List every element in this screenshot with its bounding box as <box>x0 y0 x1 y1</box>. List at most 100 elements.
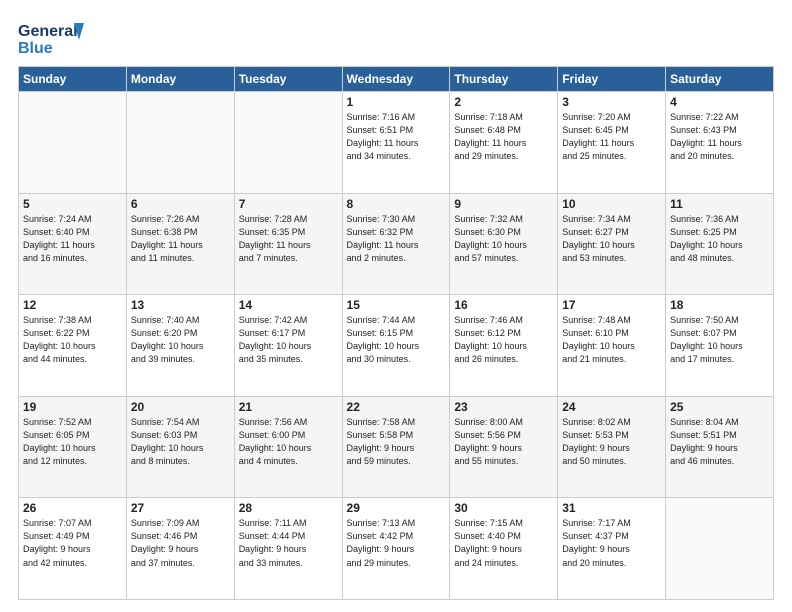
calendar-cell: 21 Sunrise: 7:56 AM Sunset: 6:00 PM Dayli… <box>234 396 342 498</box>
day-info: Sunrise: 7:11 AM Sunset: 4:44 PM Dayligh… <box>239 517 338 569</box>
day-number: 30 <box>454 501 553 515</box>
calendar-cell: 2 Sunrise: 7:18 AM Sunset: 6:48 PM Daylig… <box>450 92 558 194</box>
day-info: Sunrise: 7:30 AM Sunset: 6:32 PM Dayligh… <box>347 213 446 265</box>
day-of-week-header: Saturday <box>666 67 774 92</box>
day-number: 31 <box>562 501 661 515</box>
calendar-cell: 28Sunrise: 7:11 AM Sunset: 4:44 PM Dayli… <box>234 498 342 600</box>
day-info: Sunrise: 7:32 AM Sunset: 6:30 PM Dayligh… <box>454 213 553 265</box>
calendar-week-row: 5Sunrise: 7:24 AM Sunset: 6:40 PM Daylig… <box>19 193 774 295</box>
day-info: Sunrise: 7:38 AM Sunset: 6:22 PM Dayligh… <box>23 314 122 366</box>
calendar-cell: 13 Sunrise: 7:40 AM Sunset: 6:20 PM Dayli… <box>126 295 234 397</box>
calendar-cell: 6 Sunrise: 7:26 AM Sunset: 6:38 PM Daylig… <box>126 193 234 295</box>
calendar-week-row: 1 Sunrise: 7:16 AM Sunset: 6:51 PM Daylig… <box>19 92 774 194</box>
calendar-cell <box>666 498 774 600</box>
day-number: 3 <box>562 95 661 109</box>
day-of-week-header: Wednesday <box>342 67 450 92</box>
calendar-cell <box>234 92 342 194</box>
day-info: Sunrise: 7:36 AM Sunset: 6:25 PM Dayligh… <box>670 213 769 265</box>
day-info: Sunrise: 7:24 AM Sunset: 6:40 PM Dayligh… <box>23 213 122 265</box>
svg-text:Blue: Blue <box>18 40 53 57</box>
day-info: Sunrise: 7:50 AM Sunset: 6:07 PM Dayligh… <box>670 314 769 366</box>
day-info: Sunrise: 7:15 AM Sunset: 4:40 PM Dayligh… <box>454 517 553 569</box>
day-info: Sunrise: 7:22 AM Sunset: 6:43 PM Dayligh… <box>670 111 769 163</box>
calendar-header-row: SundayMondayTuesdayWednesdayThursdayFrid… <box>19 67 774 92</box>
day-of-week-header: Monday <box>126 67 234 92</box>
day-number: 14 <box>239 298 338 312</box>
day-number: 8 <box>347 197 446 211</box>
day-info: Sunrise: 7:56 AM Sunset: 6:00 PM Dayligh… <box>239 416 338 468</box>
day-number: 24 <box>562 400 661 414</box>
day-number: 27 <box>131 501 230 515</box>
day-number: 2 <box>454 95 553 109</box>
day-of-week-header: Tuesday <box>234 67 342 92</box>
calendar-cell: 16Sunrise: 7:46 AM Sunset: 6:12 PM Dayli… <box>450 295 558 397</box>
calendar-cell: 17 Sunrise: 7:48 AM Sunset: 6:10 PM Dayli… <box>558 295 666 397</box>
calendar-cell: 8 Sunrise: 7:30 AM Sunset: 6:32 PM Daylig… <box>342 193 450 295</box>
calendar-cell <box>19 92 127 194</box>
day-number: 17 <box>562 298 661 312</box>
calendar-week-row: 12 Sunrise: 7:38 AM Sunset: 6:22 PM Dayli… <box>19 295 774 397</box>
day-info: Sunrise: 7:16 AM Sunset: 6:51 PM Dayligh… <box>347 111 446 163</box>
calendar-cell: 26 Sunrise: 7:07 AM Sunset: 4:49 PM Dayli… <box>19 498 127 600</box>
calendar-cell <box>126 92 234 194</box>
day-number: 20 <box>131 400 230 414</box>
calendar-cell: 20Sunrise: 7:54 AM Sunset: 6:03 PM Dayli… <box>126 396 234 498</box>
day-number: 9 <box>454 197 553 211</box>
day-number: 4 <box>670 95 769 109</box>
day-info: Sunrise: 7:40 AM Sunset: 6:20 PM Dayligh… <box>131 314 230 366</box>
calendar-cell: 5Sunrise: 7:24 AM Sunset: 6:40 PM Daylig… <box>19 193 127 295</box>
day-info: Sunrise: 7:34 AM Sunset: 6:27 PM Dayligh… <box>562 213 661 265</box>
day-info: Sunrise: 7:07 AM Sunset: 4:49 PM Dayligh… <box>23 517 122 569</box>
calendar-cell: 31 Sunrise: 7:17 AM Sunset: 4:37 PM Dayli… <box>558 498 666 600</box>
day-number: 22 <box>347 400 446 414</box>
day-info: Sunrise: 8:00 AM Sunset: 5:56 PM Dayligh… <box>454 416 553 468</box>
logo: GeneralBlue <box>18 18 88 58</box>
calendar-cell: 4 Sunrise: 7:22 AM Sunset: 6:43 PM Daylig… <box>666 92 774 194</box>
day-number: 23 <box>454 400 553 414</box>
day-info: Sunrise: 7:13 AM Sunset: 4:42 PM Dayligh… <box>347 517 446 569</box>
day-number: 6 <box>131 197 230 211</box>
day-of-week-header: Thursday <box>450 67 558 92</box>
calendar-cell: 3 Sunrise: 7:20 AM Sunset: 6:45 PM Daylig… <box>558 92 666 194</box>
svg-text:General: General <box>18 23 78 40</box>
day-info: Sunrise: 8:04 AM Sunset: 5:51 PM Dayligh… <box>670 416 769 468</box>
day-of-week-header: Sunday <box>19 67 127 92</box>
day-number: 1 <box>347 95 446 109</box>
calendar-cell: 10 Sunrise: 7:34 AM Sunset: 6:27 PM Dayli… <box>558 193 666 295</box>
day-info: Sunrise: 7:58 AM Sunset: 5:58 PM Dayligh… <box>347 416 446 468</box>
day-number: 12 <box>23 298 122 312</box>
day-number: 11 <box>670 197 769 211</box>
day-number: 21 <box>239 400 338 414</box>
calendar-cell: 27 Sunrise: 7:09 AM Sunset: 4:46 PM Dayli… <box>126 498 234 600</box>
calendar-cell: 22 Sunrise: 7:58 AM Sunset: 5:58 PM Dayli… <box>342 396 450 498</box>
day-info: Sunrise: 7:09 AM Sunset: 4:46 PM Dayligh… <box>131 517 230 569</box>
day-number: 26 <box>23 501 122 515</box>
day-number: 15 <box>347 298 446 312</box>
day-number: 7 <box>239 197 338 211</box>
day-number: 13 <box>131 298 230 312</box>
day-info: Sunrise: 7:52 AM Sunset: 6:05 PM Dayligh… <box>23 416 122 468</box>
calendar-week-row: 19 Sunrise: 7:52 AM Sunset: 6:05 PM Dayli… <box>19 396 774 498</box>
calendar-week-row: 26 Sunrise: 7:07 AM Sunset: 4:49 PM Dayli… <box>19 498 774 600</box>
calendar-cell: 23 Sunrise: 8:00 AM Sunset: 5:56 PM Dayli… <box>450 396 558 498</box>
calendar-cell: 30 Sunrise: 7:15 AM Sunset: 4:40 PM Dayli… <box>450 498 558 600</box>
day-info: Sunrise: 7:18 AM Sunset: 6:48 PM Dayligh… <box>454 111 553 163</box>
calendar-cell: 24 Sunrise: 8:02 AM Sunset: 5:53 PM Dayli… <box>558 396 666 498</box>
calendar-cell: 19 Sunrise: 7:52 AM Sunset: 6:05 PM Dayli… <box>19 396 127 498</box>
day-info: Sunrise: 7:42 AM Sunset: 6:17 PM Dayligh… <box>239 314 338 366</box>
day-number: 29 <box>347 501 446 515</box>
day-info: Sunrise: 7:44 AM Sunset: 6:15 PM Dayligh… <box>347 314 446 366</box>
calendar-cell: 25 Sunrise: 8:04 AM Sunset: 5:51 PM Dayli… <box>666 396 774 498</box>
day-info: Sunrise: 7:17 AM Sunset: 4:37 PM Dayligh… <box>562 517 661 569</box>
day-info: Sunrise: 7:20 AM Sunset: 6:45 PM Dayligh… <box>562 111 661 163</box>
calendar-cell: 18Sunrise: 7:50 AM Sunset: 6:07 PM Dayli… <box>666 295 774 397</box>
day-info: Sunrise: 7:26 AM Sunset: 6:38 PM Dayligh… <box>131 213 230 265</box>
calendar-cell: 9 Sunrise: 7:32 AM Sunset: 6:30 PM Daylig… <box>450 193 558 295</box>
day-info: Sunrise: 7:48 AM Sunset: 6:10 PM Dayligh… <box>562 314 661 366</box>
day-number: 10 <box>562 197 661 211</box>
day-number: 25 <box>670 400 769 414</box>
calendar-cell: 15 Sunrise: 7:44 AM Sunset: 6:15 PM Dayli… <box>342 295 450 397</box>
day-number: 19 <box>23 400 122 414</box>
day-of-week-header: Friday <box>558 67 666 92</box>
day-info: Sunrise: 8:02 AM Sunset: 5:53 PM Dayligh… <box>562 416 661 468</box>
